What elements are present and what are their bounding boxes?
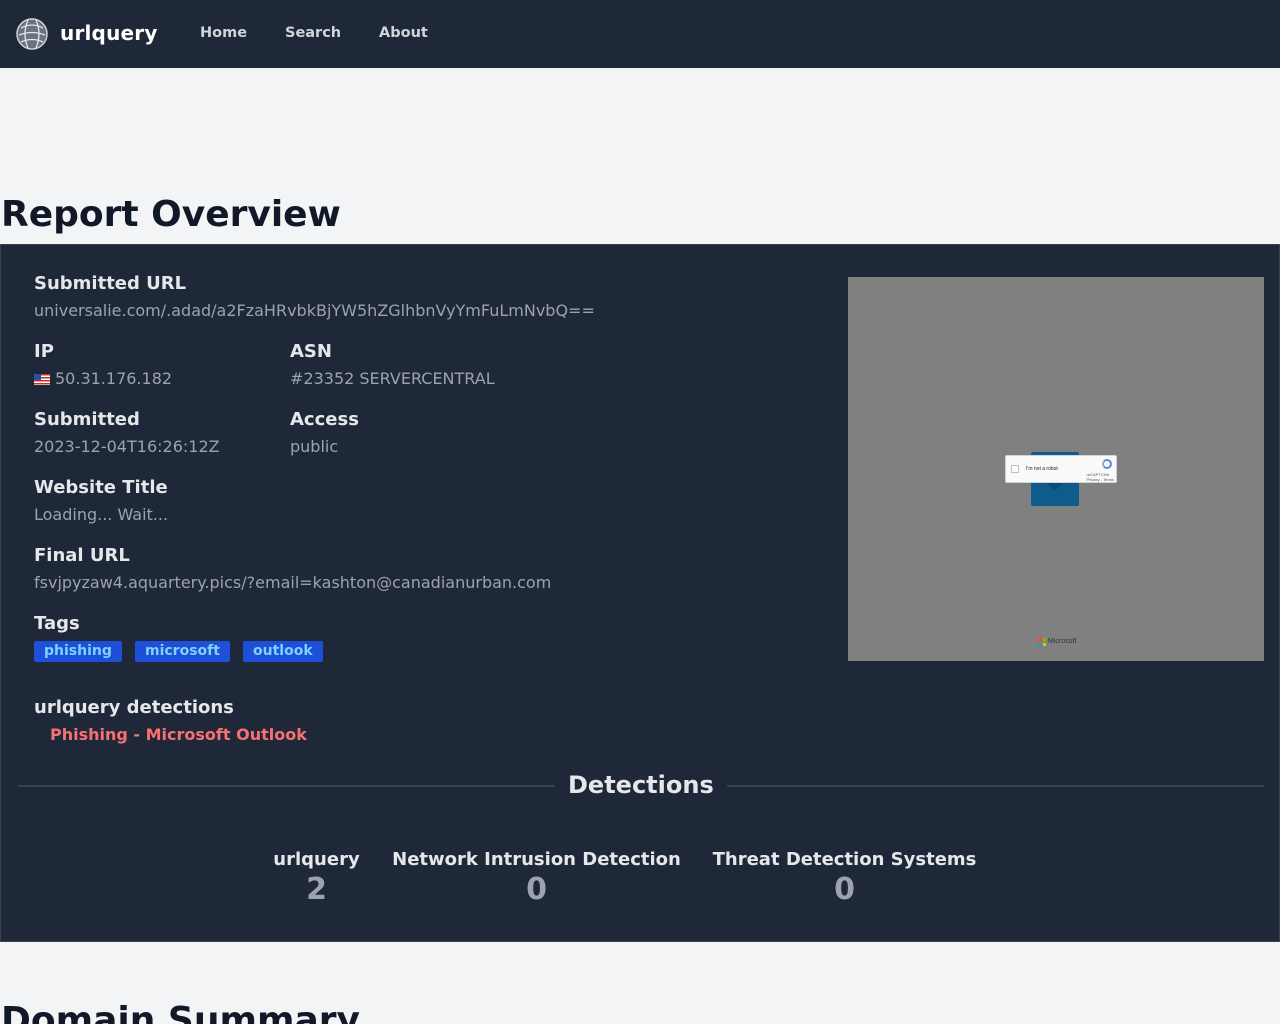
page-title: Report Overview [1,194,341,235]
stat-urlquery-label: urlquery [273,849,360,870]
nav-home-link[interactable]: Home [200,25,247,41]
ip-label: IP [34,341,54,362]
stat-urlquery[interactable]: urlquery 2 [273,849,360,907]
stat-nid-count: 0 [526,872,547,907]
asn-label: ASN [290,341,332,362]
tags-label: Tags [34,613,80,634]
asn-value: #23352 SERVERCENTRAL [290,369,495,388]
detections-divider-left [18,785,555,787]
stat-tds-label: Threat Detection Systems [712,849,977,870]
domain-summary-title: Domain Summary [1,1000,361,1024]
submitted-url-label: Submitted URL [34,273,187,294]
ip-value-row: 50.31.176.182 [34,369,172,388]
submitted-value: 2023-12-04T16:26:12Z [34,437,220,456]
final-url-value: fsvjpyzaw4.aquartery.pics/?email=kashton… [34,573,552,592]
tag-outlook[interactable]: outlook [243,641,323,662]
brand-name[interactable]: urlquery [60,21,158,45]
detection-phishing-outlook[interactable]: Phishing - Microsoft Outlook [50,725,307,744]
stat-urlquery-count: 2 [306,872,327,907]
submitted-label: Submitted [34,409,140,430]
access-value: public [290,437,339,456]
ip-value: 50.31.176.182 [55,369,173,388]
report-overview-card: Submitted URL universalie.com/.adad/a2Fz… [0,244,1280,942]
detections-divider-right [727,785,1264,787]
recaptcha-widget: I'm not a robot reCAPTCHA Privacy - Terms [1005,455,1117,483]
us-flag-icon [34,374,50,385]
access-label: Access [290,409,359,430]
recaptcha-label: reCAPTCHA Privacy - Terms [1087,472,1114,482]
stat-threat-detection-systems[interactable]: Threat Detection Systems 0 [712,849,977,907]
nav-search-link[interactable]: Search [285,25,341,41]
microsoft-logo-icon [1038,638,1046,646]
globe-logo-icon[interactable] [16,18,48,50]
stat-nid-label: Network Intrusion Detection [392,849,681,870]
recaptcha-links: Privacy - Terms [1086,477,1114,482]
detections-title: Detections [568,771,714,799]
top-navbar: urlquery Home Search About [0,0,1280,68]
recaptcha-icon [1102,459,1112,469]
submitted-url-value: universalie.com/.adad/a2FzaHRvbkBjYW5hZG… [34,301,595,320]
stat-tds-count: 0 [834,872,855,907]
microsoft-footer-text: Microsoft [1048,638,1077,645]
stat-network-intrusion-detection[interactable]: Network Intrusion Detection 0 [392,849,681,907]
nav-about-link[interactable]: About [379,25,428,41]
tag-microsoft[interactable]: microsoft [135,641,230,662]
tag-phishing[interactable]: phishing [34,641,122,662]
urlquery-detections-label: urlquery detections [34,697,234,718]
website-screenshot-preview[interactable]: I'm not a robot reCAPTCHA Privacy - Terms… [848,277,1264,661]
website-title-value: Loading... Wait... [34,505,169,524]
website-title-label: Website Title [34,477,168,498]
final-url-label: Final URL [34,545,130,566]
captcha-text: I'm not a robot [1026,466,1058,472]
captcha-checkbox [1011,465,1019,473]
